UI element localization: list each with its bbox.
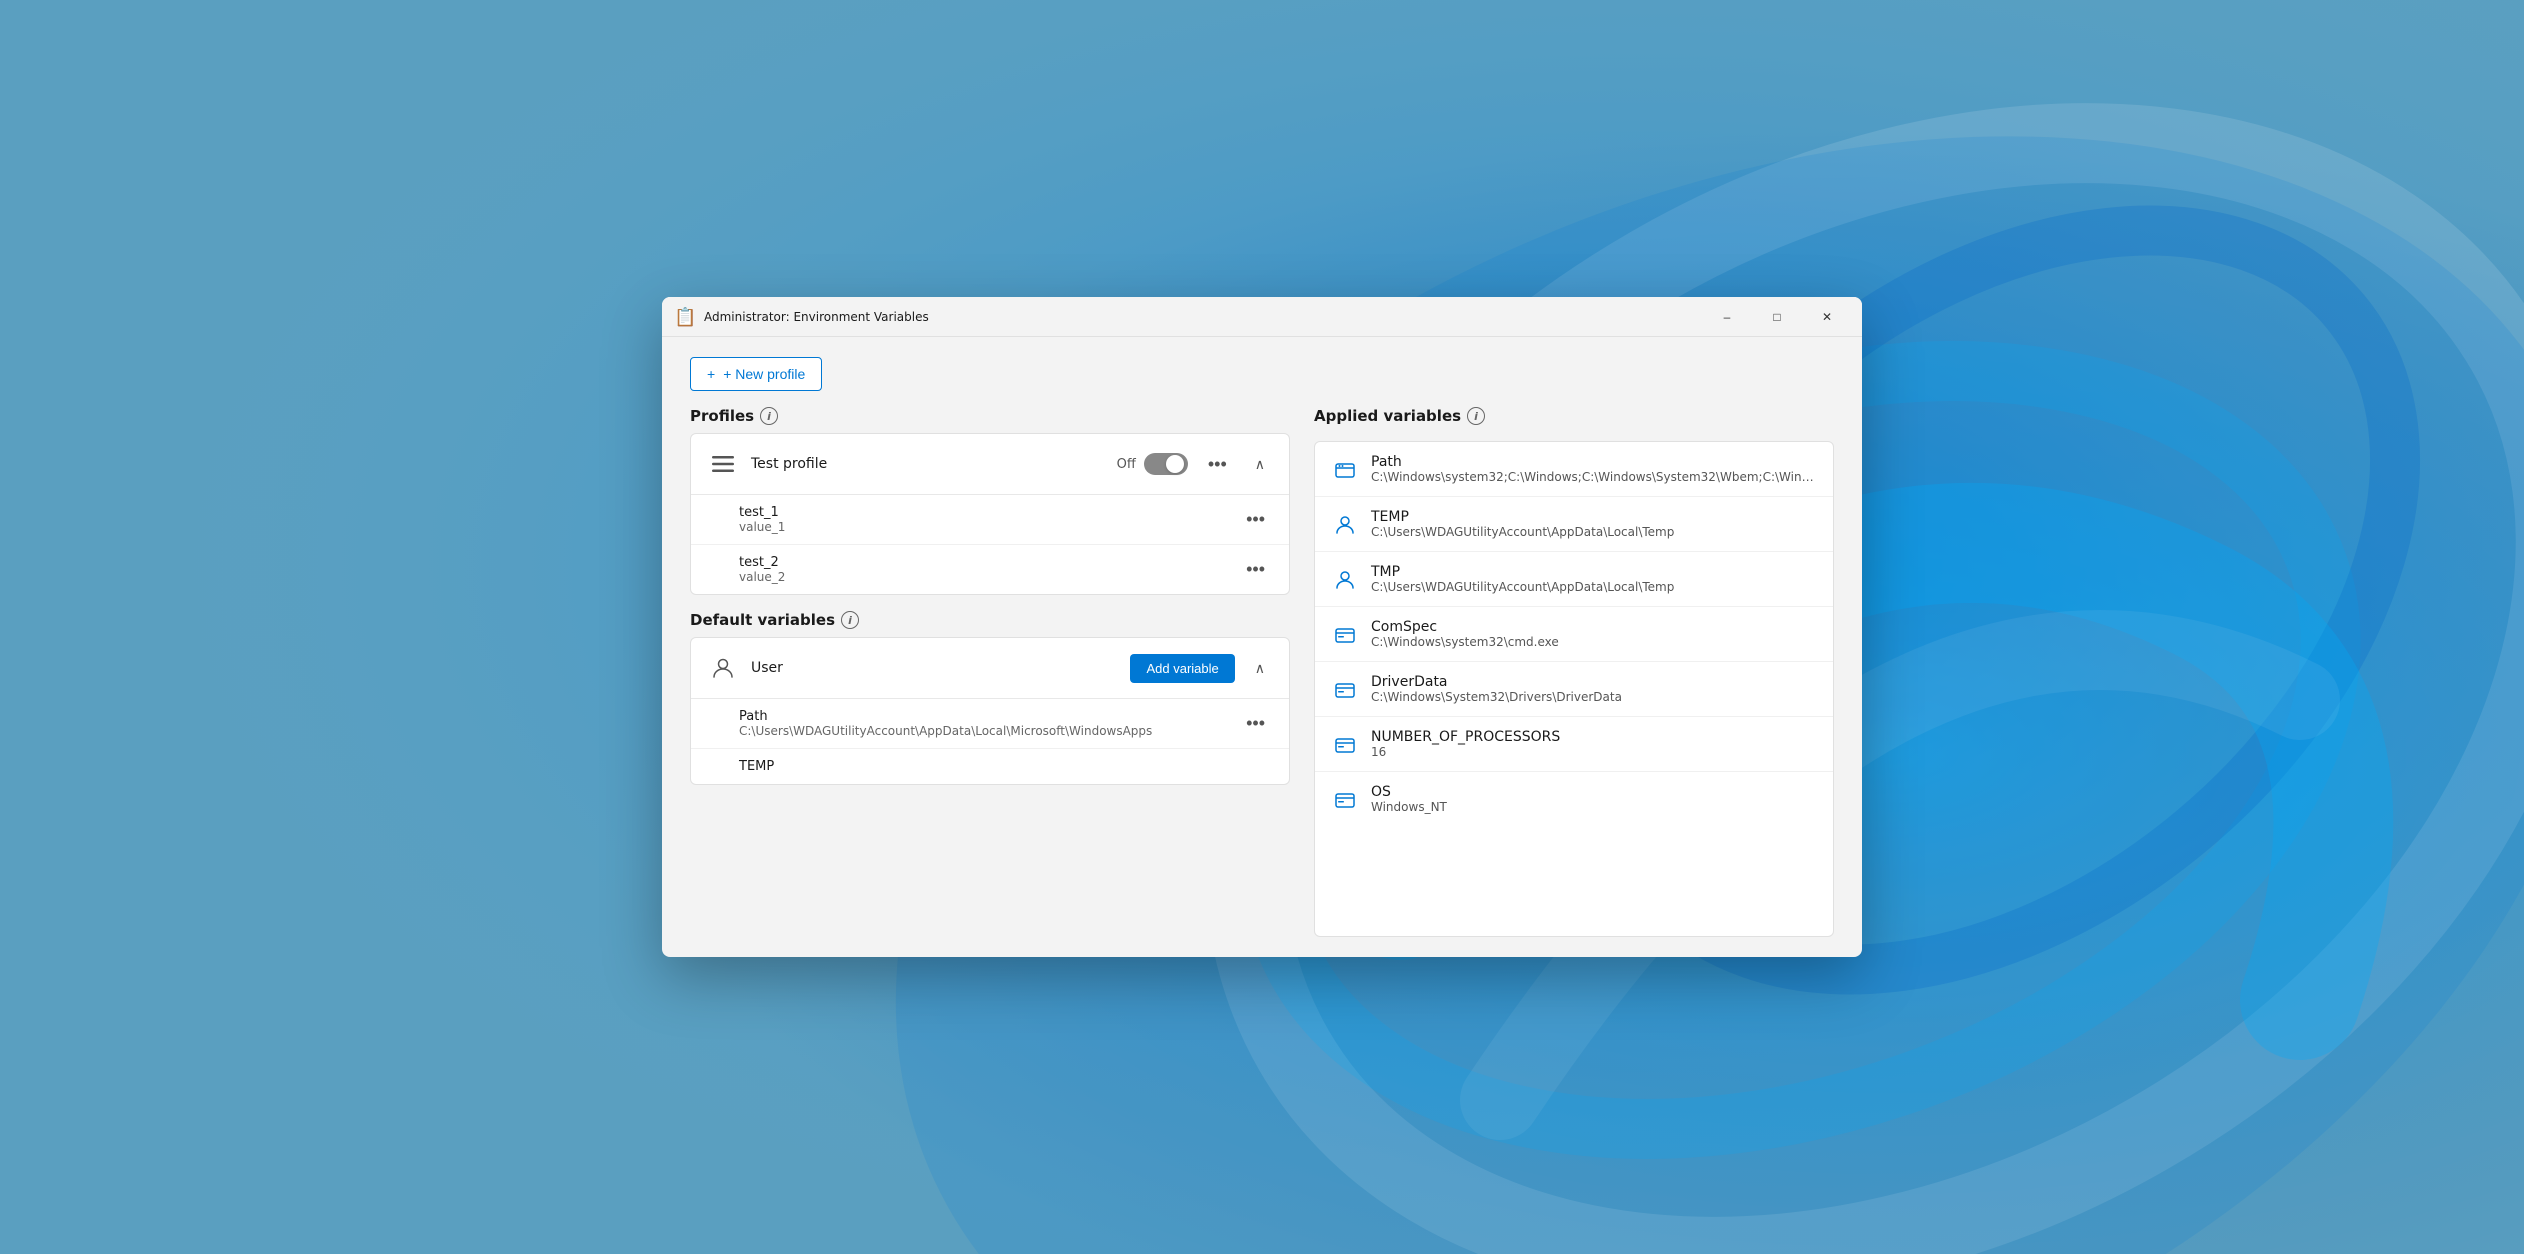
add-variable-button[interactable]: Add variable — [1130, 654, 1234, 683]
left-panel: Profiles i — [690, 407, 1290, 937]
system-applied-icon — [1331, 676, 1359, 704]
applied-variables-header: Applied variables i — [1314, 407, 1834, 425]
user-applied-icon — [1331, 566, 1359, 594]
new-profile-button[interactable]: + + New profile — [690, 357, 822, 391]
user-applied-icon — [1331, 511, 1359, 539]
profiles-info-icon[interactable]: i — [760, 407, 778, 425]
applied-item-content: OS Windows_NT — [1371, 784, 1817, 814]
variable-row: Path C:\Users\WDAGUtilityAccount\AppData… — [691, 699, 1289, 749]
app-icon: 📋 — [674, 307, 694, 327]
default-user-header: User Add variable ∧ — [691, 638, 1289, 699]
profile-list-icon — [707, 448, 739, 480]
user-icon — [707, 652, 739, 684]
applied-variables-list: Path C:\Windows\system32;C:\Windows;C:\W… — [1314, 441, 1834, 937]
var-name: TEMP — [739, 759, 1273, 774]
plus-icon: + — [707, 366, 715, 382]
profile-header: Test profile Off ••• ∧ — [691, 434, 1289, 495]
path-applied-icon — [1331, 456, 1359, 484]
applied-var-value: Windows_NT — [1371, 800, 1817, 814]
main-window: 📋 Administrator: Environment Variables –… — [662, 297, 1862, 957]
title-bar: 📋 Administrator: Environment Variables –… — [662, 297, 1862, 337]
var-value: C:\Users\WDAGUtilityAccount\AppData\Loca… — [739, 724, 1226, 738]
applied-var-name: DriverData — [1371, 674, 1817, 690]
applied-var-name: ComSpec — [1371, 619, 1817, 635]
window-controls: – □ ✕ — [1704, 301, 1850, 333]
window-content: + + New profile Profiles i — [662, 337, 1862, 957]
new-profile-label: + New profile — [723, 366, 805, 382]
panels-container: Profiles i — [690, 407, 1834, 937]
right-panel: Applied variables i — [1314, 407, 1834, 937]
applied-variables-info-icon[interactable]: i — [1467, 407, 1485, 425]
applied-item: Path C:\Windows\system32;C:\Windows;C:\W… — [1315, 442, 1833, 497]
profiles-section: Profiles i — [690, 407, 1290, 595]
system-applied-icon — [1331, 786, 1359, 814]
var-info: Path C:\Users\WDAGUtilityAccount\AppData… — [739, 709, 1226, 738]
applied-item-content: ComSpec C:\Windows\system32\cmd.exe — [1371, 619, 1817, 649]
profile-more-button[interactable]: ••• — [1200, 450, 1235, 479]
system-applied-icon — [1331, 731, 1359, 759]
applied-item: ComSpec C:\Windows\system32\cmd.exe — [1315, 607, 1833, 662]
variable-row: test_1 value_1 ••• — [691, 495, 1289, 545]
window-title: Administrator: Environment Variables — [704, 310, 1704, 324]
applied-var-name: TEMP — [1371, 509, 1817, 525]
system-applied-icon — [1331, 621, 1359, 649]
default-user-name: User — [751, 660, 1118, 676]
applied-var-name: Path — [1371, 454, 1817, 470]
var-name: Path — [739, 709, 1226, 724]
profile-status: Off — [1117, 453, 1188, 475]
applied-item: OS Windows_NT — [1315, 772, 1833, 826]
applied-var-value: C:\Users\WDAGUtilityAccount\AppData\Loca… — [1371, 580, 1817, 594]
var-more-button[interactable]: ••• — [1238, 505, 1273, 534]
profile-collapse-button[interactable]: ∧ — [1247, 452, 1273, 477]
applied-var-value: 16 — [1371, 745, 1817, 759]
close-button[interactable]: ✕ — [1804, 301, 1850, 333]
var-value: value_1 — [739, 520, 1226, 534]
applied-item: DriverData C:\Windows\System32\Drivers\D… — [1315, 662, 1833, 717]
profiles-title: Profiles — [690, 407, 754, 425]
profile-name: Test profile — [751, 456, 1105, 472]
default-variables-info-icon[interactable]: i — [841, 611, 859, 629]
minimize-button[interactable]: – — [1704, 301, 1750, 333]
applied-item-content: Path C:\Windows\system32;C:\Windows;C:\W… — [1371, 454, 1817, 484]
applied-item-content: TMP C:\Users\WDAGUtilityAccount\AppData\… — [1371, 564, 1817, 594]
applied-var-value: C:\Windows\system32;C:\Windows;C:\Window… — [1371, 470, 1817, 484]
var-info: test_2 value_2 — [739, 555, 1226, 584]
profile-toggle[interactable] — [1144, 453, 1188, 475]
applied-var-name: OS — [1371, 784, 1817, 800]
variable-row: test_2 value_2 ••• — [691, 545, 1289, 594]
default-collapse-button[interactable]: ∧ — [1247, 656, 1273, 681]
var-name: test_1 — [739, 505, 1226, 520]
applied-item-content: NUMBER_OF_PROCESSORS 16 — [1371, 729, 1817, 759]
applied-variables-title: Applied variables — [1314, 407, 1461, 425]
applied-var-name: TMP — [1371, 564, 1817, 580]
applied-item: TEMP C:\Users\WDAGUtilityAccount\AppData… — [1315, 497, 1833, 552]
applied-item: TMP C:\Users\WDAGUtilityAccount\AppData\… — [1315, 552, 1833, 607]
profile-card: Test profile Off ••• ∧ test_1 — [690, 433, 1290, 595]
default-variables-card: User Add variable ∧ Path C:\Users\WDAGUt… — [690, 637, 1290, 785]
variable-row: TEMP — [691, 749, 1289, 784]
var-info: test_1 value_1 — [739, 505, 1226, 534]
maximize-button[interactable]: □ — [1754, 301, 1800, 333]
applied-item-content: TEMP C:\Users\WDAGUtilityAccount\AppData… — [1371, 509, 1817, 539]
var-info: TEMP — [739, 759, 1273, 774]
applied-item-content: DriverData C:\Windows\System32\Drivers\D… — [1371, 674, 1817, 704]
profiles-section-header: Profiles i — [690, 407, 1290, 425]
var-value: value_2 — [739, 570, 1226, 584]
var-more-button[interactable]: ••• — [1238, 555, 1273, 584]
default-variables-section: Default variables i — [690, 611, 1290, 785]
applied-item: NUMBER_OF_PROCESSORS 16 — [1315, 717, 1833, 772]
applied-var-value: C:\Users\WDAGUtilityAccount\AppData\Loca… — [1371, 525, 1817, 539]
default-variables-header: Default variables i — [690, 611, 1290, 629]
applied-var-value: C:\Windows\system32\cmd.exe — [1371, 635, 1817, 649]
profile-status-label: Off — [1117, 457, 1136, 472]
applied-var-value: C:\Windows\System32\Drivers\DriverData — [1371, 690, 1817, 704]
applied-var-name: NUMBER_OF_PROCESSORS — [1371, 729, 1817, 745]
var-more-button[interactable]: ••• — [1238, 709, 1273, 738]
var-name: test_2 — [739, 555, 1226, 570]
default-variables-title: Default variables — [690, 611, 835, 629]
